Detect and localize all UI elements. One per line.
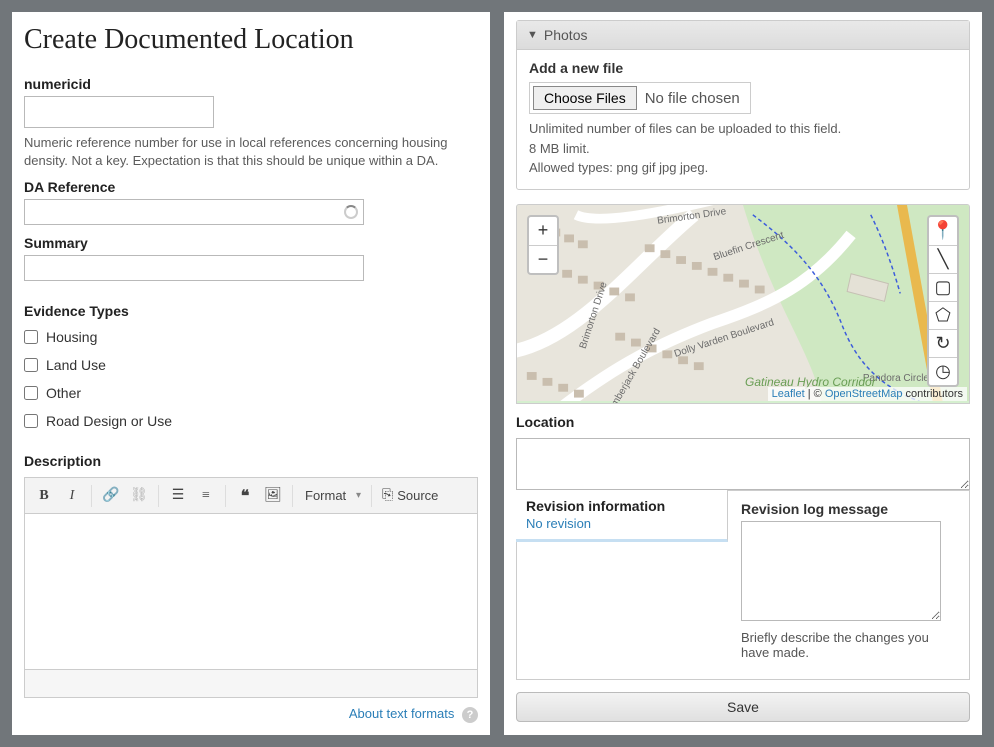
toolbar-separator [158, 485, 159, 507]
revision-box: Revision information No revision Revisio… [516, 490, 970, 680]
summary-label: Summary [24, 235, 478, 251]
toolbar-separator [292, 485, 293, 507]
photos-help-3: Allowed types: png gif jpg jpeg. [529, 159, 957, 177]
editor-footer [25, 669, 477, 697]
form-panel-right: ▼ Photos Add a new file Choose Files No … [504, 12, 982, 735]
numericid-label: numericid [24, 76, 478, 92]
plus-icon: + [538, 220, 549, 241]
draw-line-button[interactable]: ╲ [929, 245, 957, 273]
evidence-type-checkbox-road-design[interactable] [24, 414, 38, 428]
source-button[interactable]: ⎘ Source [378, 483, 442, 509]
refresh-icon: ↻ [935, 333, 950, 354]
draw-marker-button[interactable]: 📍 [929, 217, 957, 245]
revision-tab-sub: No revision [526, 516, 717, 531]
zoom-out-button[interactable]: − [529, 245, 557, 273]
leaflet-link[interactable]: Leaflet [772, 388, 805, 400]
save-button[interactable]: Save [516, 692, 970, 722]
zoom-in-button[interactable]: + [529, 217, 557, 245]
evidence-type-label[interactable]: Land Use [46, 357, 106, 373]
location-label: Location [516, 414, 970, 430]
marker-icon: 📍 [932, 220, 954, 241]
photos-header-label: Photos [544, 27, 588, 43]
rich-text-editor: B I 🔗 ⛓ ☰ ≡ ❝ 🖼 Format ⎘ Source [24, 477, 478, 698]
description-label: Description [24, 453, 478, 469]
revision-log-textarea[interactable] [741, 521, 941, 621]
evidence-type-label[interactable]: Housing [46, 329, 97, 345]
evidence-types-label: Evidence Types [24, 303, 478, 319]
map[interactable]: Brimorton Drive Bluefin Crescent Dolly V… [516, 204, 970, 404]
about-text-formats-link[interactable]: About text formats [349, 706, 455, 721]
photos-section: ▼ Photos Add a new file Choose Files No … [516, 20, 970, 190]
photos-header[interactable]: ▼ Photos [517, 21, 969, 50]
revision-tab[interactable]: Revision information No revision [516, 490, 728, 542]
edit-layers-button[interactable]: ↻ [929, 329, 957, 357]
bold-button[interactable]: B [31, 483, 57, 509]
photos-help-1: Unlimited number of files can be uploade… [529, 120, 957, 138]
evidence-type-checkbox-land-use[interactable] [24, 358, 38, 372]
line-icon: ╲ [938, 249, 949, 270]
minus-icon: − [538, 249, 549, 270]
revision-log-help: Briefly describe the changes you have ma… [741, 630, 941, 660]
draw-rect-button[interactable]: ▢ [929, 273, 957, 301]
rect-icon: ▢ [934, 277, 951, 298]
source-icon: ⎘ [382, 488, 393, 504]
evidence-type-label[interactable]: Road Design or Use [46, 413, 172, 429]
location-textarea[interactable] [516, 438, 970, 490]
file-input-row: Choose Files No file chosen [529, 82, 751, 114]
osm-link[interactable]: OpenStreetMap [825, 388, 903, 400]
image-icon: 🖼 [264, 487, 282, 504]
numericid-input[interactable] [24, 96, 214, 128]
zoom-control: + − [527, 215, 559, 275]
clock-icon: ◷ [935, 361, 951, 382]
italic-button[interactable]: I [59, 483, 85, 509]
help-icon[interactable]: ? [462, 707, 478, 723]
draw-control: 📍 ╲ ▢ ⬠ ↻ ◷ [927, 215, 959, 387]
page-title: Create Documented Location [24, 24, 478, 56]
numbered-list-icon: ≡ [202, 488, 210, 504]
unlink-icon: ⛓ [130, 487, 148, 504]
da-reference-label: DA Reference [24, 179, 478, 195]
toolbar-separator [225, 485, 226, 507]
add-file-label: Add a new file [529, 60, 957, 76]
quote-button[interactable]: ❝ [232, 483, 258, 509]
polygon-icon: ⬠ [935, 305, 951, 326]
toolbar-separator [371, 485, 372, 507]
format-select[interactable]: Format [299, 484, 365, 507]
source-label: Source [397, 488, 438, 503]
link-button[interactable]: 🔗 [98, 483, 124, 509]
numbered-list-button[interactable]: ≡ [193, 483, 219, 509]
image-button[interactable]: 🖼 [260, 483, 286, 509]
bullet-list-icon: ☰ [172, 487, 185, 504]
evidence-type-label[interactable]: Other [46, 385, 81, 401]
revision-tab-title: Revision information [526, 498, 717, 514]
bullet-list-button[interactable]: ☰ [165, 483, 191, 509]
revision-log-label: Revision log message [741, 501, 955, 517]
delete-layers-button[interactable]: ◷ [929, 357, 957, 385]
link-icon: 🔗 [102, 487, 119, 504]
evidence-type-checkbox-housing[interactable] [24, 330, 38, 344]
toolbar-separator [91, 485, 92, 507]
photos-help-2: 8 MB limit. [529, 140, 957, 158]
loading-spinner-icon [344, 205, 358, 219]
evidence-type-checkbox-other[interactable] [24, 386, 38, 400]
map-attribution: Leaflet | © OpenStreetMap contributors [768, 387, 967, 401]
form-panel-left: Create Documented Location numericid Num… [12, 12, 490, 735]
quote-icon: ❝ [241, 486, 250, 506]
draw-polygon-button[interactable]: ⬠ [929, 301, 957, 329]
unlink-button[interactable]: ⛓ [126, 483, 152, 509]
choose-files-button[interactable]: Choose Files [533, 86, 637, 110]
collapse-icon: ▼ [527, 29, 538, 41]
summary-input[interactable] [24, 255, 364, 281]
file-status: No file chosen [645, 90, 740, 107]
numericid-help: Numeric reference number for use in loca… [24, 134, 478, 169]
editor-toolbar: B I 🔗 ⛓ ☰ ≡ ❝ 🖼 Format ⎘ Source [25, 478, 477, 514]
da-reference-input[interactable] [24, 199, 364, 225]
editor-body[interactable] [25, 514, 477, 669]
